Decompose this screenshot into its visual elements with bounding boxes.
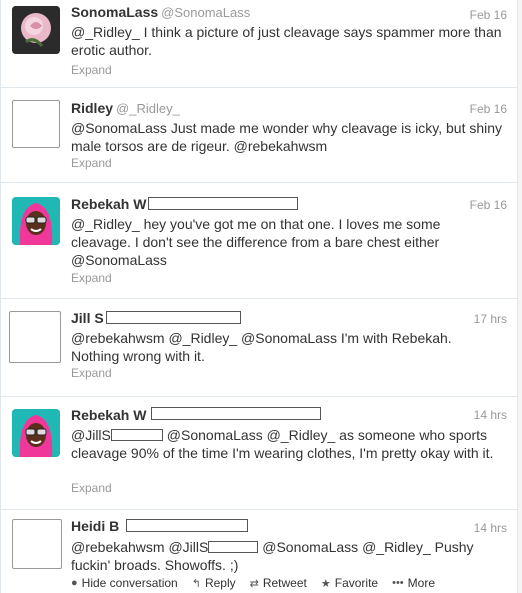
author-handle[interactable]: @_Ridley_ [116,101,180,116]
timestamp[interactable]: 14 hrs [474,408,507,422]
author-handle[interactable]: @SonomaLass [161,5,250,20]
avatar[interactable] [12,409,60,457]
expand-link[interactable]: Expand [71,481,112,495]
redacted-handle [110,429,163,441]
avatar[interactable] [12,519,62,569]
tweet[interactable]: Jill S 17 hrs @rebekahwsm @_Ridley_ @Son… [1,299,517,397]
redacted-surname [151,407,321,420]
tweet-text: @_Ridley_ I think a picture of just clea… [71,24,502,58]
ellipsis-icon: ••• [392,577,404,589]
tweet-text: @JillS @SonomaLass @_Ridley_ as someone … [71,427,494,461]
timestamp[interactable]: Feb 16 [470,198,507,212]
more-button[interactable]: ••• More [392,576,435,590]
star-icon: ★ [320,577,331,590]
redacted-surname [126,519,248,532]
retweet-button[interactable]: ⇄ Retweet [250,576,307,590]
expand-link[interactable]: Expand [71,366,112,380]
tweet-text: @SonomaLass Just made me wonder why clea… [71,120,503,154]
cartoon-woman-avatar-icon [12,197,60,245]
tweet[interactable]: Rebekah W Feb 16 @_Ridley_ hey you've go… [1,183,517,299]
redacted-handle [208,541,259,553]
tweet-text: @rebekahwsm @JillS @SonomaLass @_Ridley_… [71,539,474,573]
expand-link[interactable]: Expand [71,271,112,285]
author-name[interactable]: Heidi B [71,518,119,534]
tweet-text: @_Ridley_ hey you've got me on that one.… [71,216,441,268]
author-name[interactable]: SonomaLass @SonomaLass [71,4,250,20]
timestamp[interactable]: Feb 16 [470,102,507,116]
author-name[interactable]: Rebekah W [71,407,146,423]
expand-link[interactable]: Expand [71,156,112,170]
redacted-surname [106,311,241,324]
avatar[interactable] [12,100,60,148]
hide-conversation-link[interactable]: ● Hide conversation [71,576,178,590]
redacted-surname [148,197,298,210]
timestamp[interactable]: 17 hrs [474,312,507,326]
tweet[interactable]: SonomaLass @SonomaLass Feb 16 @_Ridley_ I… [1,0,517,88]
tweet[interactable]: Rebekah W 14 hrs @JillS @SonomaLass @_Ri… [1,397,517,510]
author-name[interactable]: Ridley @_Ridley_ [71,100,180,116]
conversation-timeline: SonomaLass @SonomaLass Feb 16 @_Ridley_ I… [0,0,518,593]
expand-link[interactable]: Expand [71,63,112,77]
retweet-icon: ⇄ [249,577,259,590]
avatar[interactable] [9,311,61,363]
tweet[interactable]: Ridley @_Ridley_ Feb 16 @SonomaLass Just … [1,88,517,183]
tweet-text: @rebekahwsm @_Ridley_ @SonomaLass I'm wi… [71,330,452,364]
avatar[interactable] [12,197,60,245]
timestamp[interactable]: 14 hrs [474,521,507,535]
reply-arrow-icon: ↰ [191,577,201,590]
cartoon-woman-avatar-icon [12,409,60,457]
speech-bubble-icon: ● [71,577,78,589]
author-name[interactable]: Rebekah W [71,196,146,212]
rose-avatar-icon [12,6,60,54]
favorite-button[interactable]: ★ Favorite [321,576,378,590]
tweet-actions: ● Hide conversation ↰ Reply ⇄ Retweet ★ … [71,576,435,590]
timestamp[interactable]: Feb 16 [470,8,507,22]
avatar[interactable] [12,6,60,54]
tweet[interactable]: Heidi B 14 hrs @rebekahwsm @JillS @Sonom… [1,510,517,593]
reply-button[interactable]: ↰ Reply [192,576,236,590]
author-name[interactable]: Jill S [71,310,104,326]
